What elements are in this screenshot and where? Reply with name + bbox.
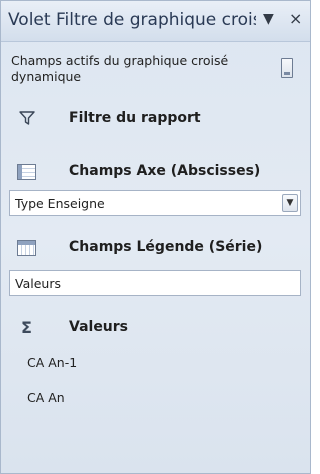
pane-title-bar[interactable]: Volet Filtre de graphique croisé dynamiq…	[1, 1, 310, 42]
axis-fields-title: Champs Axe (Abscisses)	[69, 163, 261, 179]
values-title: Valeurs	[69, 319, 129, 335]
legend-field-label: Valeurs	[15, 276, 61, 291]
axis-field-label: Type Enseigne	[15, 196, 105, 211]
close-icon[interactable]: ×	[289, 9, 302, 28]
axis-field-item[interactable]: Type Enseigne ▼	[9, 190, 301, 216]
field-list-layout-icon[interactable]	[281, 58, 293, 78]
axis-fields-section: Champs Axe (Abscisses)	[1, 161, 310, 183]
report-filter-title: Filtre du rapport	[69, 110, 201, 126]
legend-field-item[interactable]: Valeurs	[9, 270, 301, 296]
legend-fields-title: Champs Légende (Série)	[69, 239, 263, 255]
pane-options-dropdown-icon[interactable]: ▼	[263, 11, 274, 27]
sigma-icon: Σ	[21, 318, 32, 337]
value-item-ca-an-1[interactable]: CA An-1	[27, 355, 77, 370]
chevron-down-icon[interactable]: ▼	[282, 194, 298, 212]
value-item-ca-an[interactable]: CA An	[27, 390, 65, 405]
axis-fields-icon	[17, 164, 36, 180]
values-section: Σ Valeurs	[1, 317, 310, 339]
legend-fields-section: Champs Légende (Série)	[1, 237, 310, 259]
filter-icon	[19, 111, 37, 127]
pane-title: Volet Filtre de graphique croisé dynamiq…	[8, 10, 256, 30]
active-fields-label: Champs actifs du graphique croisé dynami…	[11, 53, 229, 84]
pivot-chart-filter-pane: Volet Filtre de graphique croisé dynamiq…	[0, 0, 311, 474]
legend-fields-icon	[17, 240, 36, 256]
report-filter-section: Filtre du rapport	[1, 108, 310, 130]
